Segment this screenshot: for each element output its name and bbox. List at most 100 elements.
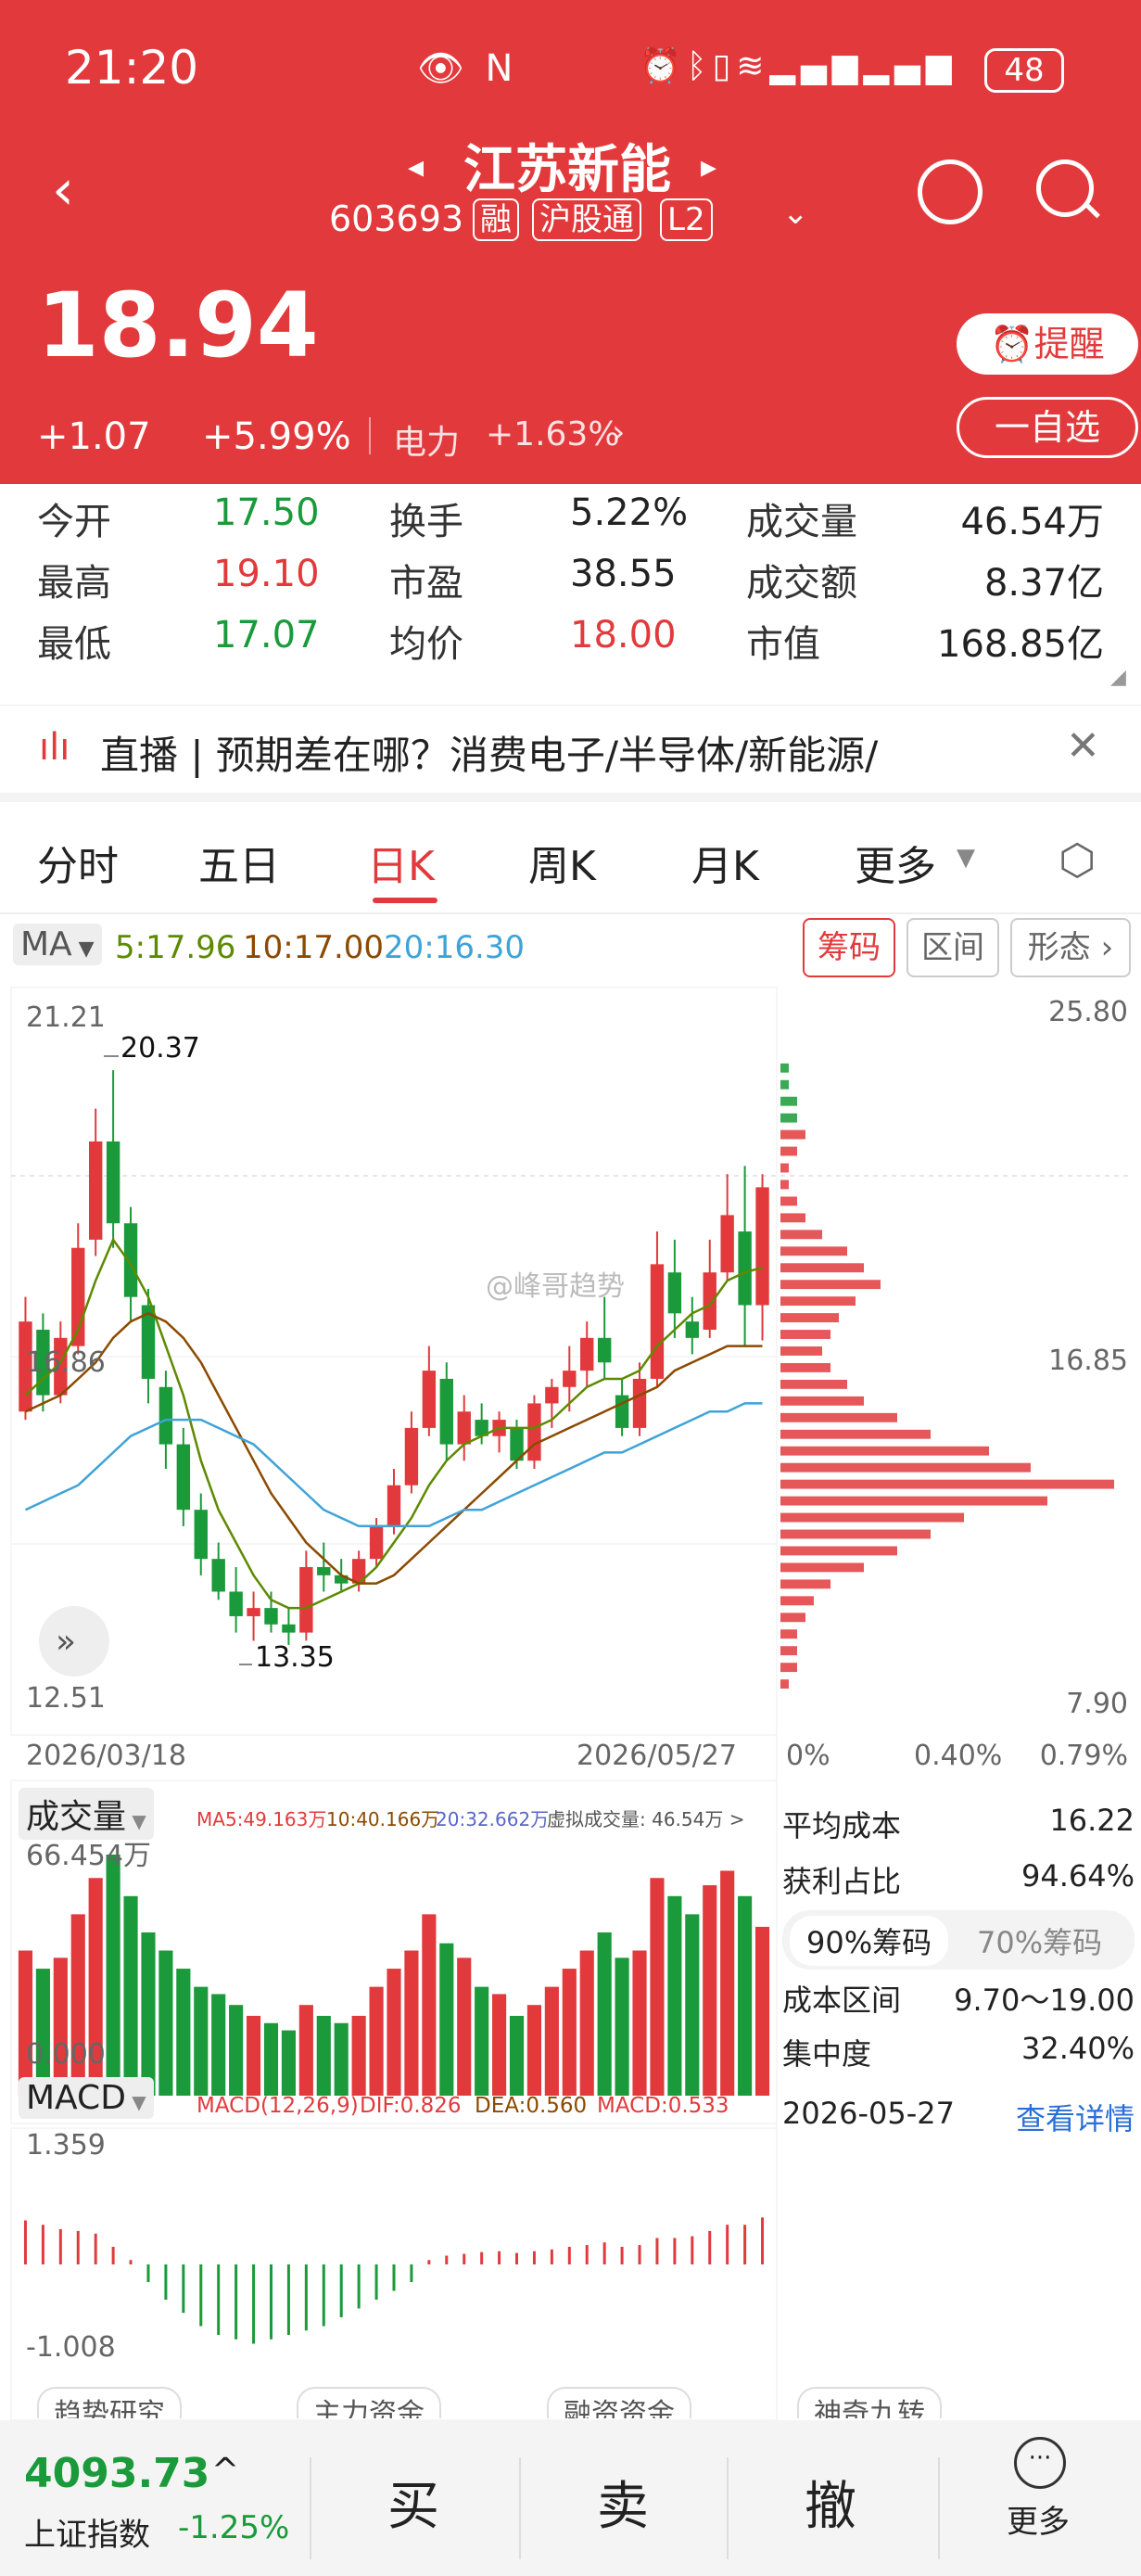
shortcut-margin[interactable]: 融资资金 [547,2387,691,2418]
index-value[interactable]: 4093.73 [24,2450,209,2497]
cancel-button[interactable]: 撤 [805,2465,856,2540]
volume-bar [526,2005,542,2096]
vol-max: 66.454万 [26,1840,151,1872]
candle [247,1608,260,1616]
corner-expand-icon[interactable]: ◢ [1110,666,1126,689]
sell-button[interactable]: 卖 [597,2465,649,2540]
current-price: 18.94 [37,274,319,377]
conc-label: 集中度 [782,2036,872,2072]
volume-bar [176,1969,191,2096]
shortcut-capital[interactable]: 主力资金 [297,2387,441,2418]
nfc-icon: N [485,47,513,90]
volume-bar [579,1950,594,2096]
watchlist-button[interactable]: 一自选 [957,397,1138,458]
volume-bars [18,1855,770,2096]
candle [176,1444,191,1511]
chip-bar [780,1146,797,1156]
macd-dif: DIF:0.826 [360,2094,462,2118]
volume-bar [387,1969,401,2096]
range-tab[interactable]: 区间 [906,918,999,977]
volume-bar [667,1895,682,2096]
chip-top: 25.80 [1048,996,1128,1028]
tab-more[interactable]: 更多 [855,833,936,892]
avg-cost-value: 16.22 [1049,1803,1135,1838]
signal-icon: ▂▄▆ [769,47,864,85]
dropdown-icon: ▼ [71,937,95,961]
news-text: 直播 | 预期差在哪？消费电子/半导体/新能源/ [100,733,879,778]
tab-monthly[interactable]: 月K [691,833,759,892]
index-pct: -1.25% [178,2509,290,2546]
kline-chart[interactable]: @峰哥趋势 20.37 13.35 » [0,983,1141,2420]
expand-icon[interactable]: ⌄ [782,195,809,232]
tab-5day[interactable]: 五日 [198,833,280,892]
candle [123,1223,138,1297]
search-icon[interactable] [1036,159,1094,217]
chip-bar [780,1462,1031,1473]
stock-name: 江苏新能 [463,140,671,200]
shortcut-strip: 趋势研究 主力资金 融资资金 神奇九转 [0,2381,1141,2418]
close-icon[interactable]: ✕ [1066,722,1100,770]
view-detail-link[interactable]: 查看详情 [1016,2096,1135,2138]
volume-bar [685,1914,700,2096]
profit-label: 获利占比 [782,1864,902,1899]
chip-70-tab[interactable]: 70%筹码 [977,1919,1102,1962]
turnover-label: 换手 [389,501,463,543]
divider [727,2457,729,2559]
macd-value: MACD:0.533 [597,2094,729,2118]
pe-value: 38.55 [570,553,677,595]
sector-pct[interactable]: +1.63% [486,415,620,453]
chip-bar [780,1063,789,1073]
shortcut-trend[interactable]: 趋势研究 [37,2387,182,2418]
chip-bar [780,1529,931,1539]
tab-weekly[interactable]: 周K [528,833,596,892]
volume-bar [754,1926,770,2096]
refresh-icon[interactable] [918,159,983,224]
open-label: 今开 [37,501,111,543]
news-bar[interactable]: ılı 直播 | 预期差在哪？消费电子/半导体/新能源/ ✕ [0,705,1141,802]
pattern-tab[interactable]: 形态 › [1010,918,1131,977]
signal2-icon: ▂▄▆ [863,47,957,85]
macd-selector[interactable]: MACD ▼ [19,2077,154,2119]
virtual-volume[interactable]: 虚拟成交量: 46.54万 > [547,1804,744,1831]
chip-bar [780,1280,881,1290]
chip-bar [780,1629,797,1639]
chip-bar [780,1596,814,1606]
battery-icon: 48 [984,48,1064,93]
volume-bar [141,1932,156,2096]
chip-tab[interactable]: 筹码 [803,918,895,977]
chip-bot: 7.90 [1066,1688,1128,1720]
more-icon[interactable]: ··· [1014,2437,1066,2489]
tab-daily[interactable]: 日K [367,833,435,892]
chip-date: 2026-05-27 [782,2096,955,2131]
chip-bar [780,1479,1114,1489]
buy-button[interactable]: 买 [387,2465,439,2540]
candle [88,1141,103,1240]
remind-button[interactable]: ⏰提醒 [957,313,1138,375]
vol-ma10: 10:40.166万 [326,1808,440,1830]
chip-bar [780,1546,897,1556]
next-stock-icon[interactable]: ▸ [701,148,716,185]
ma-selector[interactable]: MA ▼ [13,924,102,965]
alarm-bell-icon: ⏰ [990,324,1034,364]
chip-bar [780,1129,805,1140]
chevron-right-icon[interactable]: › [612,414,625,452]
chip-bar [780,1579,830,1589]
prev-stock-icon[interactable]: ◂ [408,148,424,185]
candle [597,1337,612,1363]
index-name[interactable]: 上证指数 [24,2509,150,2555]
caret-up-icon: ^ [211,2452,240,2490]
candle [545,1386,559,1404]
candle [527,1403,541,1461]
back-icon[interactable]: ‹ [52,158,74,223]
settings-icon[interactable]: ⬡ [1059,835,1096,885]
chip-mid: 16.85 [1048,1345,1128,1377]
tab-minute[interactable]: 分时 [37,833,119,892]
volume-bar [544,1986,559,2096]
candle [194,1510,208,1560]
more-label[interactable]: 更多 [1007,2496,1070,2542]
volume-bar [738,1895,753,2096]
sector-name[interactable]: 电力 [393,415,460,464]
volume-bar [263,2022,279,2096]
shortcut-nine[interactable]: 神奇九转 [797,2387,942,2418]
chip-90-tab[interactable]: 90%筹码 [790,1916,949,1966]
